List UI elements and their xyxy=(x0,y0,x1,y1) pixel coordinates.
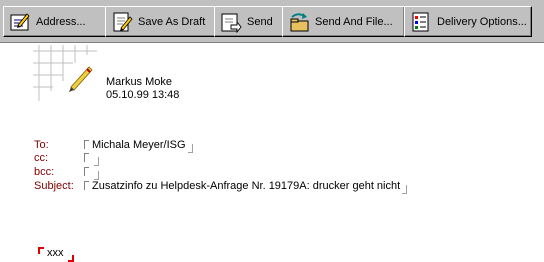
body-start-marker xyxy=(38,247,44,254)
send-button[interactable]: Send xyxy=(214,6,284,37)
field-end-marker xyxy=(187,144,193,153)
memo-datetime: 05.10.99 13:48 xyxy=(106,89,180,101)
delivery-options-button[interactable]: Delivery Options... xyxy=(404,6,532,37)
delivery-options-label: Delivery Options... xyxy=(437,15,527,28)
action-bar: Address... Save As Draft Send Send And F… xyxy=(0,0,544,43)
memo-letterhead-icon xyxy=(33,45,97,101)
cc-label: cc: xyxy=(34,152,49,164)
bcc-field[interactable] xyxy=(84,166,99,180)
subject-value: Zusatzinfo zu Helpdesk-Anfrage Nr. 19179… xyxy=(92,180,401,192)
field-start-marker xyxy=(84,181,89,190)
body-text: xxx xyxy=(47,247,64,259)
to-label: To: xyxy=(34,139,49,151)
field-end-marker xyxy=(94,171,99,180)
send-and-file-icon xyxy=(290,12,309,31)
field-start-marker xyxy=(84,167,89,176)
cc-field[interactable] xyxy=(84,152,99,166)
subject-label: Subject: xyxy=(34,180,74,192)
memo-author-block: Markus Moke 05.10.99 13:48 xyxy=(106,76,179,102)
send-and-file-label: Send And File... xyxy=(315,15,393,28)
send-label: Send xyxy=(247,15,273,28)
save-draft-icon xyxy=(113,12,133,31)
subject-field[interactable]: Zusatzinfo zu Helpdesk-Anfrage Nr. 19179… xyxy=(84,180,408,194)
body-field[interactable]: xxx xyxy=(38,247,74,262)
delivery-options-icon xyxy=(412,12,429,31)
address-button-label: Address... xyxy=(36,15,86,28)
to-value: Michala Meyer/ISG xyxy=(92,139,186,151)
send-envelope-icon xyxy=(221,13,242,33)
field-end-marker xyxy=(402,185,408,194)
field-start-marker xyxy=(84,153,89,162)
send-and-file-button[interactable]: Send And File... xyxy=(282,6,405,37)
bcc-label: bcc: xyxy=(34,166,55,178)
to-field[interactable]: Michala Meyer/ISG xyxy=(84,139,193,153)
save-as-draft-label: Save As Draft xyxy=(138,15,206,28)
address-book-pen-icon xyxy=(10,12,30,30)
save-as-draft-button[interactable]: Save As Draft xyxy=(105,6,218,37)
field-end-marker xyxy=(94,157,99,166)
field-start-marker xyxy=(84,140,89,149)
author-name: Markus Moke xyxy=(106,76,173,88)
